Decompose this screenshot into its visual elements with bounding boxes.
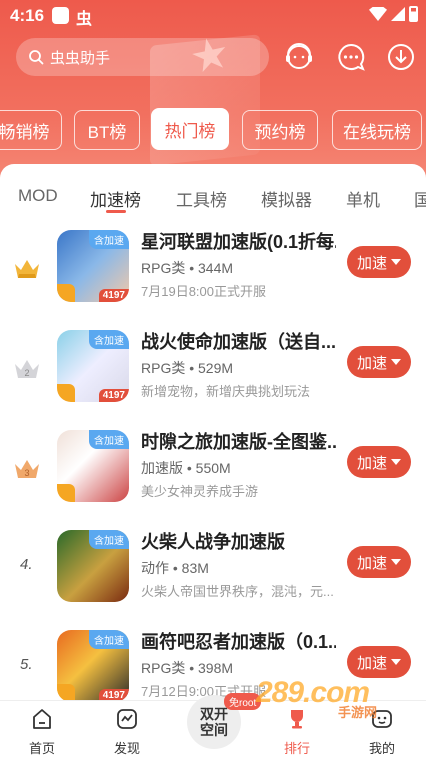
speedup-badge: 含加速 [89,530,129,549]
bronze-crown-icon: 3 [15,460,39,478]
ranking-tabs: 畅销榜 BT榜 热门榜 预约榜 在线玩榜 [0,108,426,152]
nav-discover-label: 发现 [113,741,140,756]
speedup-badge: 含加速 [89,430,129,449]
notification-icon [52,7,69,24]
dual-space-label: 双开 空间 [200,706,228,738]
rank-dot: . [28,556,33,573]
nav-profile-label: 我的 [368,741,395,756]
count-badge: 4197 [98,389,129,402]
speedup-badge: 含加速 [89,330,129,349]
nav-home-label: 首页 [28,741,55,756]
signal-icon [391,7,405,21]
nav-ranking[interactable]: 排行 [267,707,327,757]
speedup-button[interactable]: 加速 [347,446,411,478]
status-bar: 4:16 虫 [0,0,426,32]
tab-online-play[interactable]: 在线玩榜 [332,110,422,150]
rank-number: 5. [20,656,33,673]
nav-home[interactable]: 首页 [12,707,72,757]
app-title[interactable]: 时隙之旅加速版-全图鉴... [141,428,336,454]
caret-down-icon [391,659,401,665]
app-subtitle: 火柴人帝国世界秩序，混沌，元... [141,584,334,599]
app-meta: 动作 • 83M [141,560,209,576]
subtab-more[interactable]: 国 [414,186,426,211]
app-notification-icon: 虫 [76,11,93,28]
battery-icon [409,6,418,22]
status-time: 4:16 [10,6,45,25]
search-icon [29,50,44,65]
download-icon[interactable] [384,40,418,74]
speedup-button-label: 加速 [356,454,387,472]
search-bar[interactable]: 虫虫助手 [16,38,269,76]
speedup-button-label: 加速 [356,354,387,372]
home-icon [33,709,51,729]
gold-crown-icon [15,260,39,278]
subtab-active-indicator [106,210,126,213]
search-placeholder: 虫虫助手 [50,49,111,67]
app-icon[interactable]: 含加速 [57,530,129,602]
subtab-emulator[interactable]: 模拟器 [261,186,312,211]
subtab-tools[interactable]: 工具榜 [176,186,227,211]
caret-down-icon [391,459,401,465]
speedup-button[interactable]: 加速 [347,646,411,678]
gift-icon [57,384,75,402]
speedup-button[interactable]: 加速 [347,246,411,278]
silver-crown-icon: 2 [15,360,39,378]
subtab-singleplayer[interactable]: 单机 [346,186,380,211]
tab-bt[interactable]: BT榜 [74,110,140,150]
caret-down-icon [391,559,401,565]
caret-down-icon [391,259,401,265]
category-subtabs: MOD 加速榜 工具榜 模拟器 单机 国 [0,186,426,216]
wifi-icon [369,7,387,21]
customer-service-icon[interactable] [282,40,316,74]
speedup-button-label: 加速 [356,554,387,572]
status-icons [369,6,418,22]
tab-bestseller[interactable]: 畅销榜 [0,110,62,150]
subtab-speedup[interactable]: 加速榜 [90,186,141,211]
rank-number: 2 [24,368,29,378]
app-meta: RPG类 • 398M [141,660,234,676]
speedup-button-label: 加速 [356,254,387,272]
app-subtitle: 7月19日8:00正式开服 [141,284,266,299]
speedup-button[interactable]: 加速 [347,346,411,378]
app-title[interactable]: 火柴人战争加速版 [141,528,336,554]
rank-number: 4. [20,556,33,573]
watermark-subtitle: 手游网 [338,705,378,720]
list-item[interactable]: 3 含加速 时隙之旅加速版-全图鉴... 加速版 • 550M 美少女神灵养成手… [0,426,426,516]
app-meta: RPG类 • 344M [141,260,234,276]
speedup-badge: 含加速 [89,230,129,249]
tab-hot[interactable]: 热门榜 [151,108,229,150]
nav-ranking-label: 排行 [283,741,310,756]
speedup-badge: 含加速 [89,630,129,649]
app-icon[interactable]: 含加速 [57,430,129,502]
header-background: ★ 4:16 虫 虫虫助手 畅销榜 BT榜 热门榜 预约榜 在线玩榜 [0,0,426,190]
discover-icon [117,709,137,729]
caret-down-icon [391,359,401,365]
app-title[interactable]: 画符吧忍者加速版（0.1... [141,628,336,654]
nav-discover[interactable]: 发现 [97,707,157,757]
list-item[interactable]: 含加速 4197 星河联盟加速版(0.1折每... RPG类 • 344M 7月… [0,226,426,316]
app-title[interactable]: 战火使命加速版（送自... [141,328,336,354]
app-icon[interactable]: 含加速 4197 [57,630,129,702]
app-title[interactable]: 星河联盟加速版(0.1折每... [141,228,336,254]
trophy-icon [291,710,303,729]
subtab-mod[interactable]: MOD [18,186,58,206]
app-icon[interactable]: 含加速 4197 [57,230,129,302]
rank-dot: . [28,656,33,673]
tab-reservation[interactable]: 预约榜 [242,110,318,150]
message-icon[interactable] [334,40,368,74]
rank-number: 3 [24,468,29,478]
speedup-button-label: 加速 [356,654,387,672]
app-meta: 加速版 • 550M [141,460,231,476]
list-item[interactable]: 4. 含加速 火柴人战争加速版 动作 • 83M 火柴人帝国世界秩序，混沌，元.… [0,526,426,616]
app-icon[interactable]: 含加速 4197 [57,330,129,402]
count-badge: 4197 [98,289,129,302]
list-item[interactable]: 2 含加速 4197 战火使命加速版（送自... RPG类 • 529M 新增宠… [0,326,426,416]
app-subtitle: 美少女神灵养成手游 [141,484,259,499]
gift-icon [57,484,75,502]
speedup-button[interactable]: 加速 [347,546,411,578]
app-subtitle: 新增宠物，新增庆典挑划玩法 [141,384,311,399]
gift-icon [57,284,75,302]
app-meta: RPG类 • 529M [141,360,234,376]
